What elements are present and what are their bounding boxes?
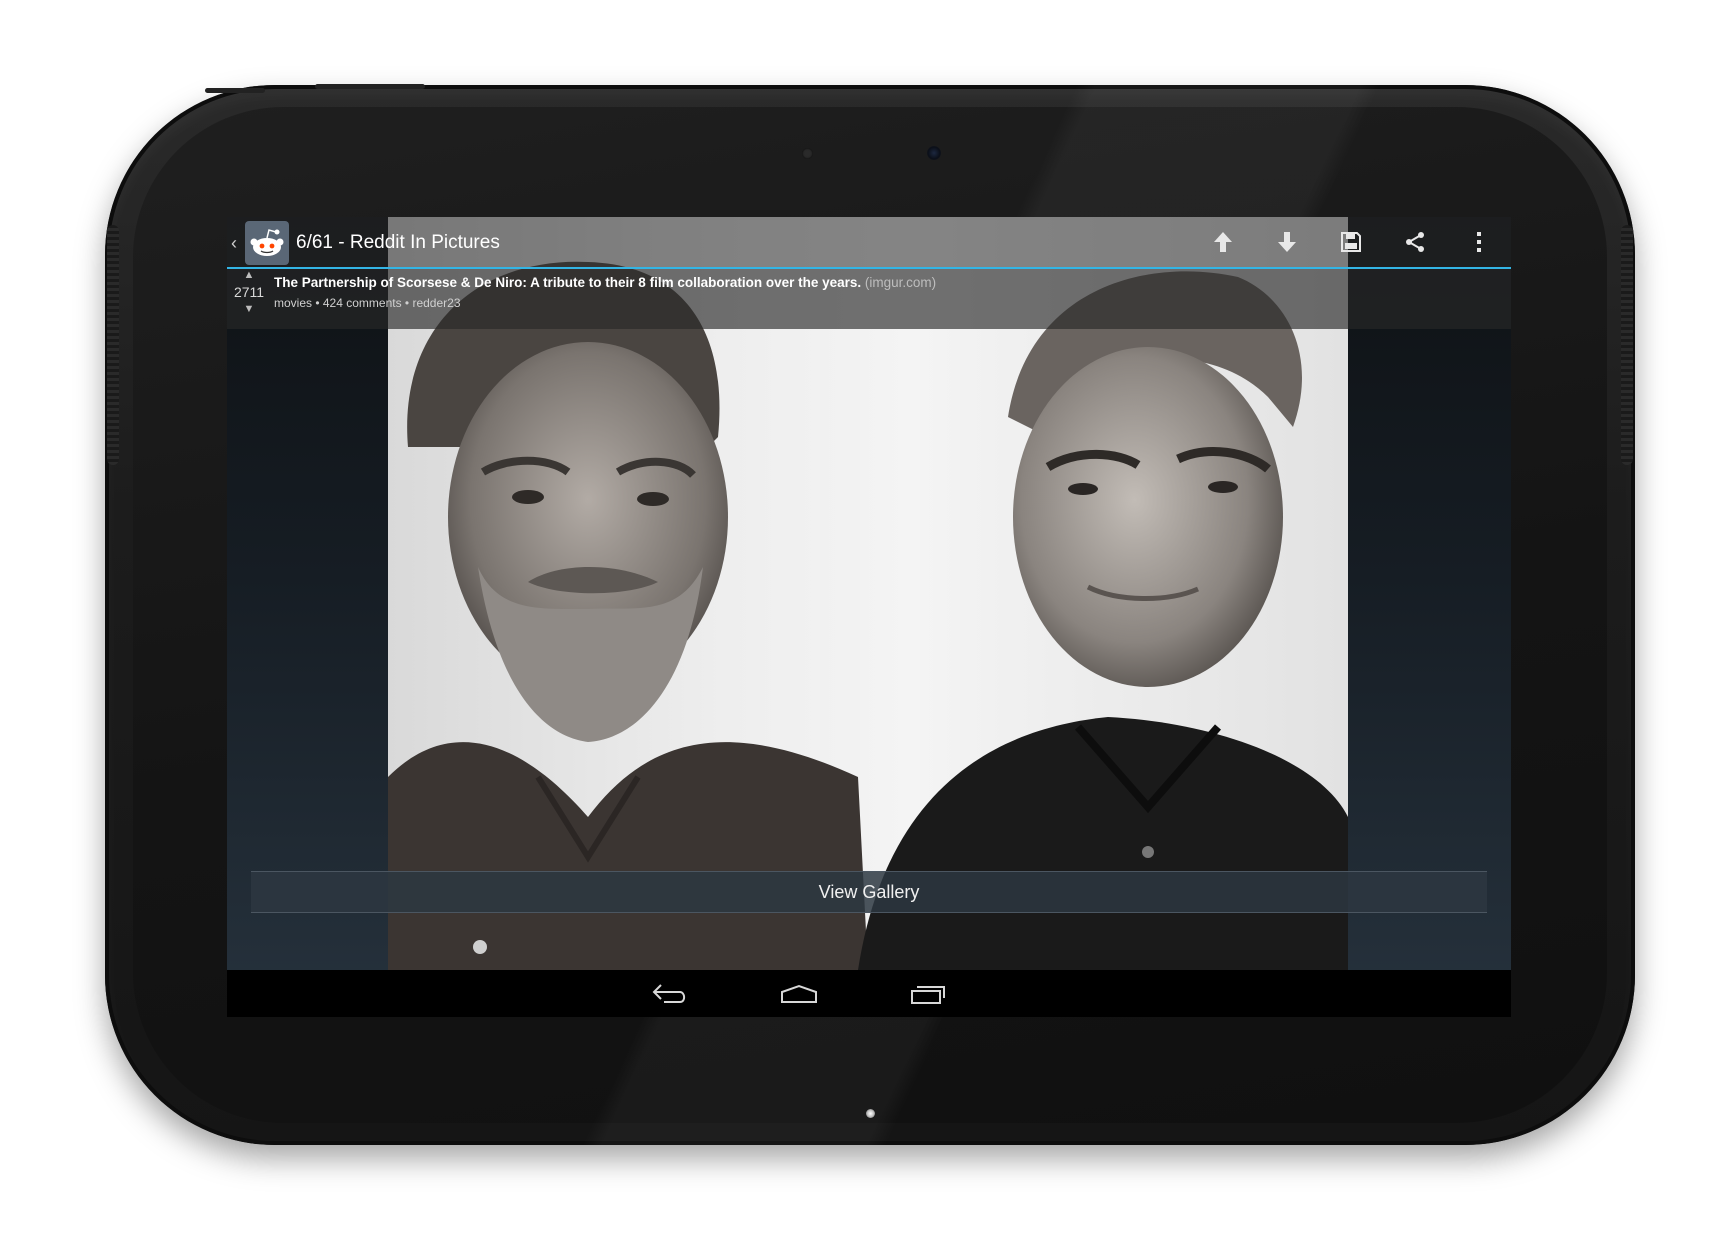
front-camera — [927, 146, 941, 160]
reddit-app-icon[interactable] — [245, 221, 289, 265]
right-speaker-grille — [1621, 225, 1633, 465]
back-icon — [652, 983, 686, 1003]
upvote-button[interactable] — [1191, 217, 1255, 267]
home-button[interactable] — [754, 970, 844, 1017]
downvote-button[interactable] — [1255, 217, 1319, 267]
post-header: ▲ 2711 ▼ The Partnership of Scorsese & D… — [227, 269, 1511, 329]
recent-apps-icon — [911, 985, 945, 1004]
share-icon — [1406, 232, 1424, 252]
power-button — [315, 84, 425, 89]
screen: ‹ 6/61 - Reddit In Pictures ▲ 2711 ▼ The… — [227, 217, 1511, 1017]
notification-led — [866, 1109, 875, 1118]
overflow-menu-icon — [1477, 232, 1481, 252]
post-score: 2711 — [233, 284, 265, 300]
view-gallery-button[interactable]: View Gallery — [251, 871, 1487, 913]
downvote-arrow-icon[interactable]: ▼ — [227, 303, 271, 315]
save-icon — [1341, 232, 1361, 252]
reddit-alien-icon — [250, 229, 284, 256]
action-bar-actions — [1191, 217, 1511, 267]
overflow-menu-button[interactable] — [1447, 217, 1511, 267]
post-meta: movies • 424 comments • redder23 — [274, 296, 461, 310]
post-image[interactable] — [388, 217, 1348, 970]
recent-apps-button[interactable] — [883, 970, 973, 1017]
post-domain: (imgur.com) — [864, 275, 937, 290]
system-navigation-bar — [227, 970, 1511, 1017]
up-caret-icon[interactable]: ‹ — [231, 233, 243, 254]
save-button[interactable] — [1319, 217, 1383, 267]
post-image-drawing — [388, 261, 1348, 970]
volume-button — [205, 88, 265, 93]
home-icon — [781, 984, 817, 1003]
light-sensor — [802, 148, 813, 159]
action-bar: ‹ 6/61 - Reddit In Pictures — [227, 217, 1511, 269]
back-button[interactable] — [625, 970, 715, 1017]
action-bar-title: 6/61 - Reddit In Pictures — [296, 232, 500, 253]
left-speaker-grille — [107, 225, 119, 465]
post-title[interactable]: The Partnership of Scorsese & De Niro: A… — [274, 275, 936, 290]
downvote-icon — [1278, 232, 1296, 252]
upvote-arrow-icon[interactable]: ▲ — [227, 269, 271, 281]
upvote-icon — [1214, 232, 1232, 252]
share-button[interactable] — [1383, 217, 1447, 267]
post-title-text: The Partnership of Scorsese & De Niro: A… — [274, 275, 862, 290]
vote-widget: ▲ 2711 ▼ — [227, 269, 271, 329]
